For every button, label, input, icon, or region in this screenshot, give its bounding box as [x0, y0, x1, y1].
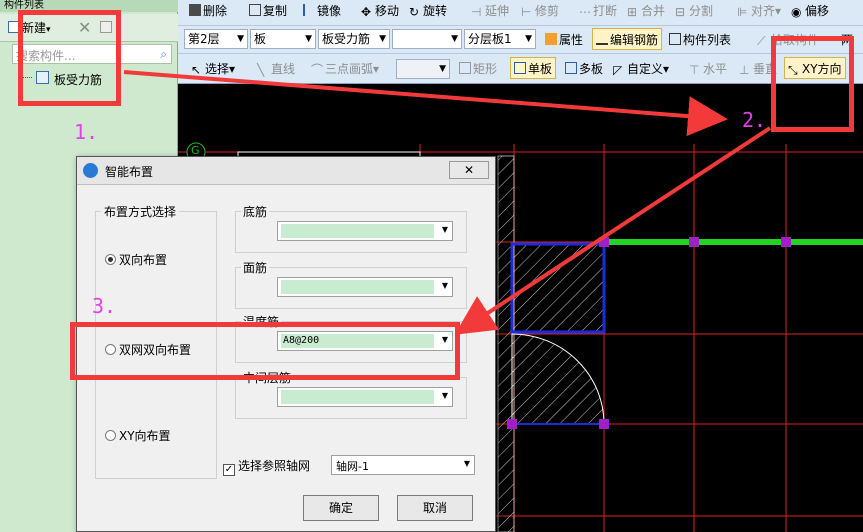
annotation-arrows — [123, 70, 772, 335]
annotation-number-3: 3. — [92, 294, 117, 318]
arrow-2-to-3 — [454, 126, 772, 335]
annotation-number-2: 2. — [742, 108, 767, 132]
arrow-1-to-2 — [123, 70, 728, 137]
annotation-number-1: 1. — [74, 120, 99, 144]
